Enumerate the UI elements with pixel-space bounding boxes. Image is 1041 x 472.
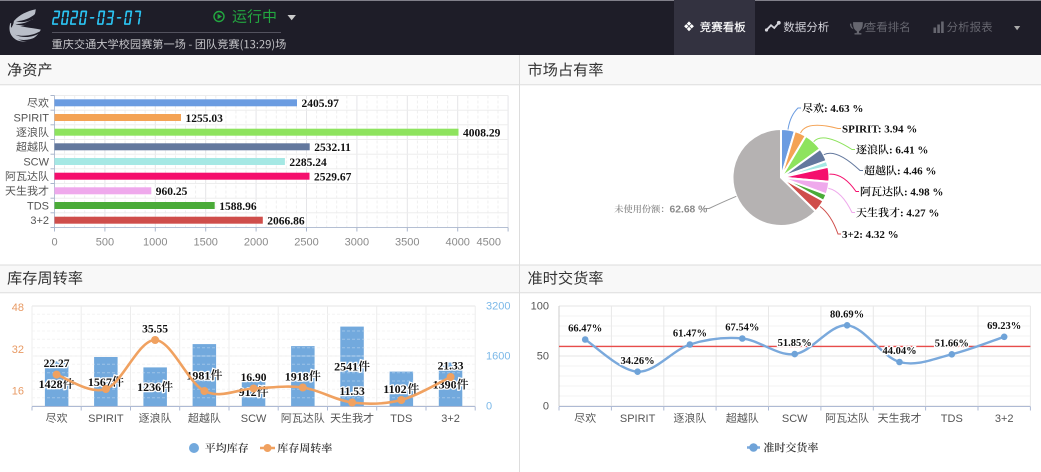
svg-text:4008.29: 4008.29 bbox=[463, 128, 501, 140]
svg-text:22.27: 22.27 bbox=[44, 358, 70, 370]
svg-text:TDS: TDS bbox=[941, 413, 963, 425]
svg-text:50: 50 bbox=[537, 351, 549, 363]
svg-text:11.53: 11.53 bbox=[339, 386, 364, 398]
svg-text:2405.97: 2405.97 bbox=[302, 98, 340, 110]
svg-text:3000: 3000 bbox=[345, 237, 369, 249]
svg-text:500: 500 bbox=[96, 237, 114, 249]
svg-text:32: 32 bbox=[12, 344, 24, 356]
svg-text:1428: 1428 bbox=[39, 377, 63, 391]
svg-text:1000: 1000 bbox=[143, 237, 167, 249]
svg-text:4500: 4500 bbox=[477, 237, 501, 249]
svg-text:1102: 1102 bbox=[383, 382, 406, 396]
svg-text:SPIRIT: 3.94 %: SPIRIT: 3.94 % bbox=[842, 124, 917, 136]
svg-text:66.47%: 66.47% bbox=[568, 324, 602, 335]
svg-text:1236: 1236 bbox=[137, 380, 161, 394]
svg-text:34.26%: 34.26% bbox=[621, 356, 655, 367]
svg-text:SCW: SCW bbox=[23, 157, 49, 169]
svg-text:2500: 2500 bbox=[294, 237, 318, 249]
svg-text:3+2: 3+2 bbox=[441, 413, 460, 425]
svg-text:51.85%: 51.85% bbox=[778, 338, 812, 349]
svg-text:3+2: 4.32 %: 3+2: 4.32 % bbox=[842, 229, 899, 241]
svg-text:2285.24: 2285.24 bbox=[289, 157, 327, 169]
svg-text:SPIRIT: SPIRIT bbox=[14, 113, 50, 125]
svg-text:48: 48 bbox=[12, 302, 24, 314]
svg-text:0: 0 bbox=[543, 401, 549, 413]
svg-text:44.04%: 44.04% bbox=[882, 346, 916, 357]
svg-text:3+2: 3+2 bbox=[995, 413, 1014, 425]
svg-text:62.68 %: 62.68 % bbox=[670, 205, 708, 216]
svg-text:61.47%: 61.47% bbox=[673, 329, 707, 340]
svg-text:100: 100 bbox=[531, 301, 549, 313]
svg-text:2000: 2000 bbox=[244, 237, 268, 249]
svg-text:69.23%: 69.23% bbox=[987, 321, 1021, 332]
svg-text:: 4.46 %: : 4.46 % bbox=[897, 166, 936, 178]
svg-text:SPIRIT: SPIRIT bbox=[88, 413, 124, 425]
svg-text:: 4.27 %: : 4.27 % bbox=[900, 208, 939, 220]
svg-text:16: 16 bbox=[12, 386, 24, 398]
svg-text:0: 0 bbox=[486, 401, 492, 413]
svg-text:67.54%: 67.54% bbox=[725, 323, 759, 334]
svg-text:: 4.63 %: : 4.63 % bbox=[824, 103, 863, 115]
svg-text:3200: 3200 bbox=[486, 301, 510, 313]
svg-text:TDS: TDS bbox=[27, 201, 49, 213]
svg-text:80.69%: 80.69% bbox=[830, 309, 864, 320]
svg-text:1918: 1918 bbox=[285, 369, 309, 383]
svg-text:0: 0 bbox=[51, 237, 57, 249]
svg-text:SCW: SCW bbox=[241, 413, 267, 425]
svg-text:1500: 1500 bbox=[193, 237, 217, 249]
svg-text:51.66%: 51.66% bbox=[935, 338, 969, 349]
svg-text:: 4.98 %: : 4.98 % bbox=[904, 187, 943, 199]
svg-text:1588.96: 1588.96 bbox=[219, 201, 257, 213]
svg-text:1255.03: 1255.03 bbox=[186, 113, 224, 125]
svg-text:2529.67: 2529.67 bbox=[314, 172, 352, 184]
svg-text:4000: 4000 bbox=[445, 237, 469, 249]
svg-text:3500: 3500 bbox=[395, 237, 419, 249]
svg-text:SCW: SCW bbox=[782, 413, 808, 425]
svg-text:3+2: 3+2 bbox=[30, 215, 49, 227]
svg-text:2541: 2541 bbox=[334, 360, 358, 374]
svg-text:960.25: 960.25 bbox=[156, 186, 188, 198]
svg-text:21.33: 21.33 bbox=[438, 361, 464, 373]
svg-text:16.90: 16.90 bbox=[241, 372, 267, 384]
svg-text:TDS: TDS bbox=[390, 413, 412, 425]
svg-text:SPIRIT: SPIRIT bbox=[620, 413, 656, 425]
svg-text:1600: 1600 bbox=[486, 351, 510, 363]
svg-text:: 6.41 %: : 6.41 % bbox=[889, 145, 928, 157]
svg-text:2532.11: 2532.11 bbox=[314, 142, 351, 154]
svg-text:35.55: 35.55 bbox=[142, 324, 168, 336]
svg-text:2066.86: 2066.86 bbox=[267, 216, 305, 228]
